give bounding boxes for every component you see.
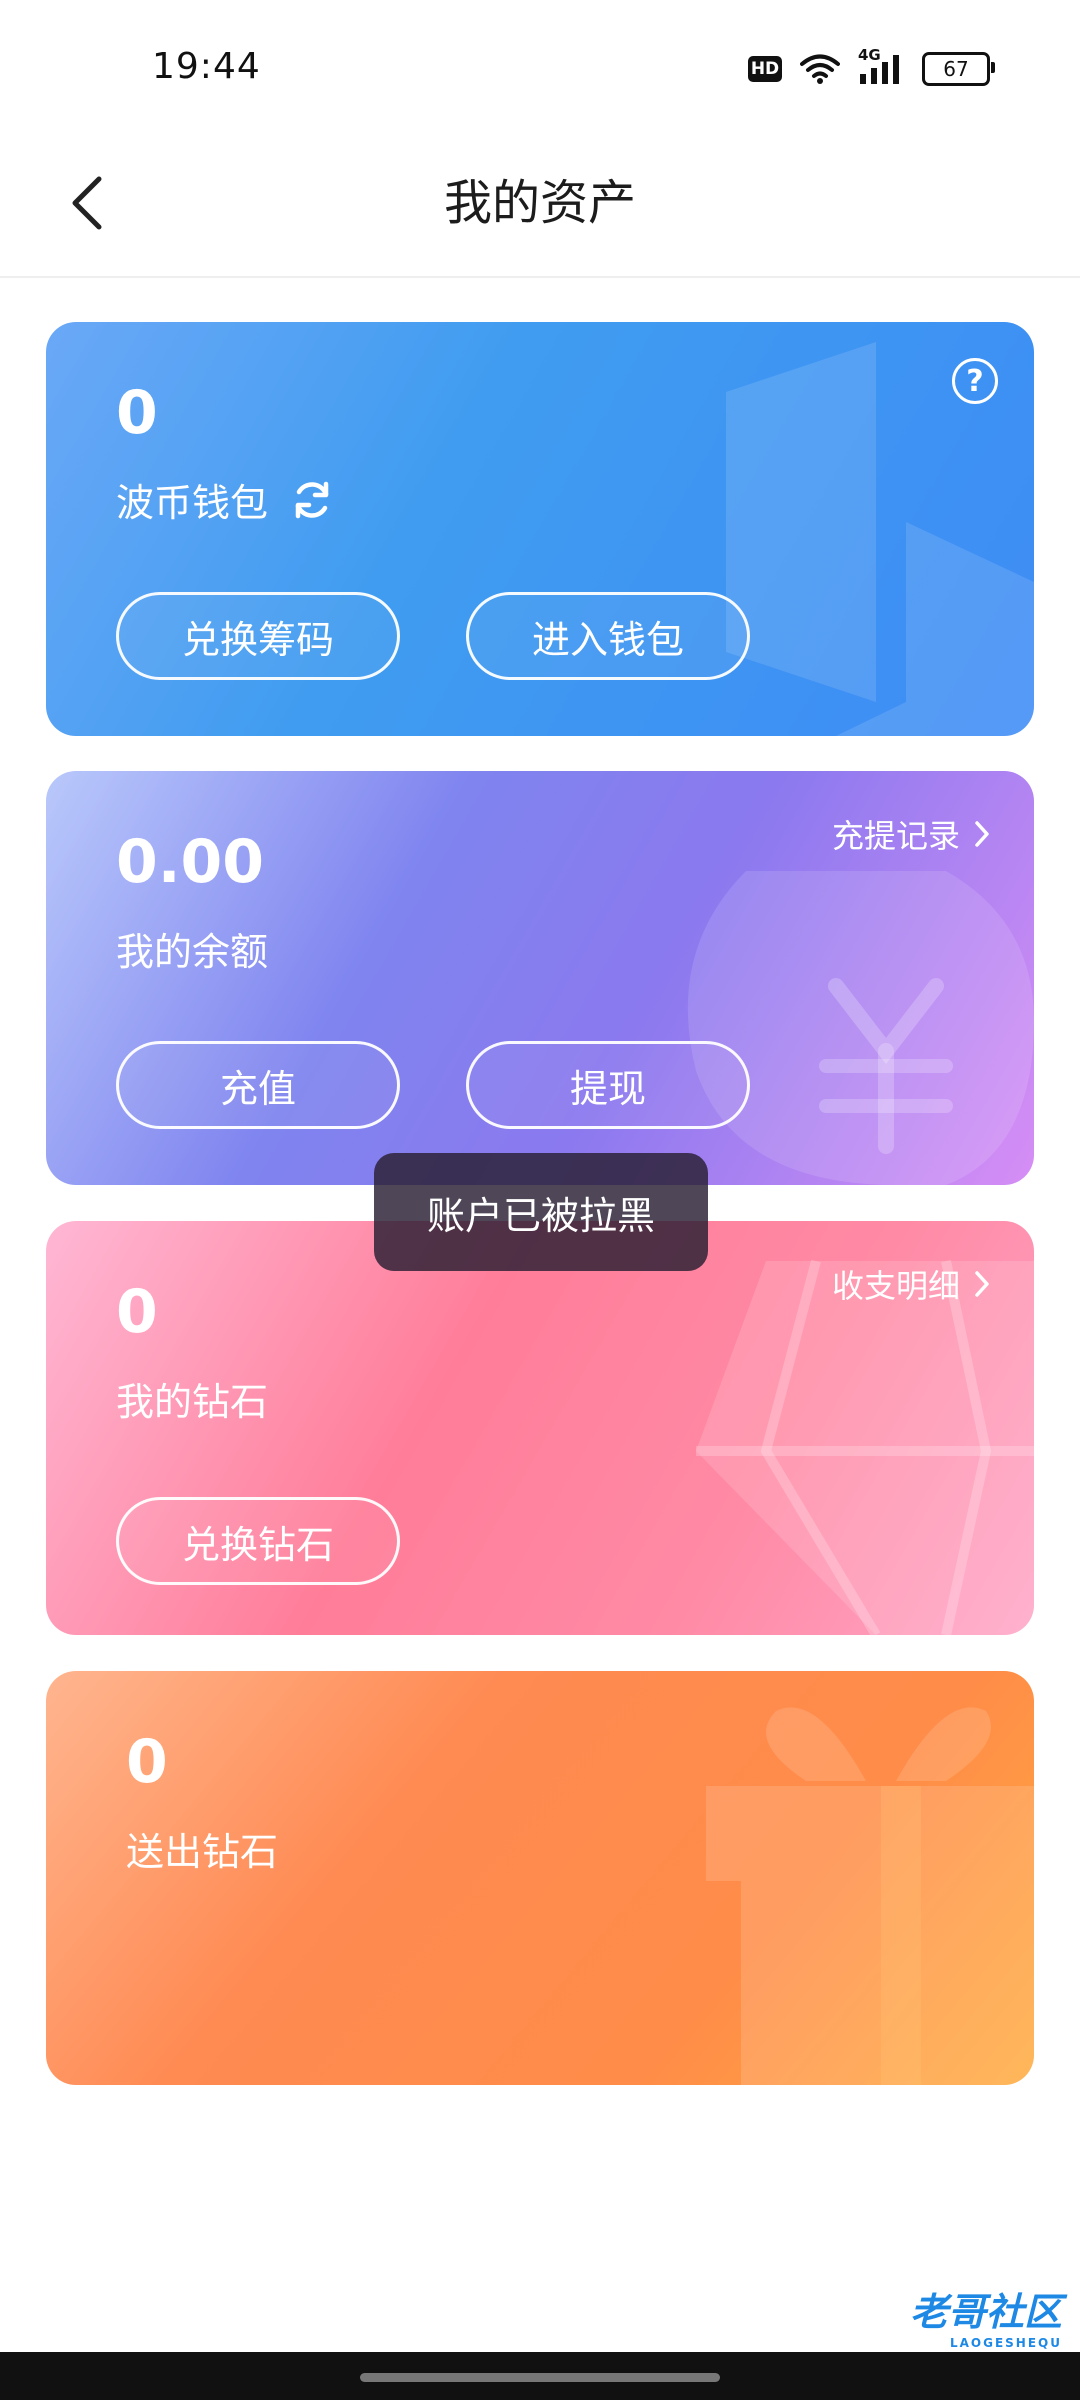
home-indicator[interactable] <box>360 2373 720 2382</box>
recharge-records-link[interactable]: 充提记录 <box>832 811 990 857</box>
refresh-icon[interactable] <box>290 478 334 522</box>
wallet-label: 波币钱包 <box>116 481 269 525</box>
enter-wallet-button[interactable]: 进入钱包 <box>466 592 750 680</box>
system-nav-bar <box>0 2352 1080 2400</box>
diamond-amount: 0 <box>116 1277 158 1347</box>
chevron-right-icon <box>975 821 989 847</box>
exchange-chips-button[interactable]: 兑换筹码 <box>116 592 400 680</box>
status-time: 19:44 <box>152 46 261 87</box>
signal-icon: 4G <box>858 46 904 86</box>
wallet-card: ? 0 波币钱包 兑换筹码 进入钱包 <box>46 322 1034 736</box>
watermark-logo: 老哥社区 LAOGESHEQU <box>910 2281 1062 2350</box>
battery-level: 67 <box>943 57 969 81</box>
recharge-button[interactable]: 充值 <box>116 1041 400 1129</box>
diamond-label: 我的钻石 <box>116 1380 269 1424</box>
withdraw-button[interactable]: 提现 <box>466 1041 750 1129</box>
gift-label: 送出钻石 <box>126 1830 279 1874</box>
balance-card: 充提记录 0.00 我的余额 充值 提现 <box>46 771 1034 1185</box>
balance-label: 我的余额 <box>116 930 269 974</box>
gift-amount: 0 <box>126 1727 168 1797</box>
gift-card: 0 送出钻石 <box>46 1671 1034 2085</box>
gift-decoration <box>706 1707 1034 2085</box>
recharge-records-label: 充提记录 <box>831 817 960 855</box>
wifi-icon <box>800 54 840 84</box>
chevron-right-icon <box>975 1271 989 1297</box>
balance-amount: 0.00 <box>116 827 265 897</box>
watermark-subtext: LAOGESHEQU <box>949 2336 1062 2350</box>
toast-message: 账户已被拉黑 <box>374 1153 708 1271</box>
page-title: 我的资产 <box>443 175 636 231</box>
exchange-diamond-button[interactable]: 兑换钻石 <box>116 1497 400 1585</box>
status-icons: HD 4G 67 <box>748 46 995 86</box>
page-header: 我的资产 <box>0 130 1080 278</box>
diamond-card: 收支明细 0 我的钻石 兑换钻石 <box>46 1221 1034 1635</box>
wallet-amount: 0 <box>116 378 158 448</box>
wallet-label-row: 波币钱包 <box>116 472 334 527</box>
status-bar: 19:44 HD 4G 67 <box>0 0 1080 130</box>
hd-icon: HD <box>748 56 782 82</box>
income-expense-link[interactable]: 收支明细 <box>832 1261 990 1307</box>
battery-icon: 67 <box>922 52 995 86</box>
income-expense-label: 收支明细 <box>831 1267 960 1305</box>
help-icon[interactable]: ? <box>952 358 998 404</box>
watermark-text: 老哥社区 <box>909 2290 1062 2334</box>
